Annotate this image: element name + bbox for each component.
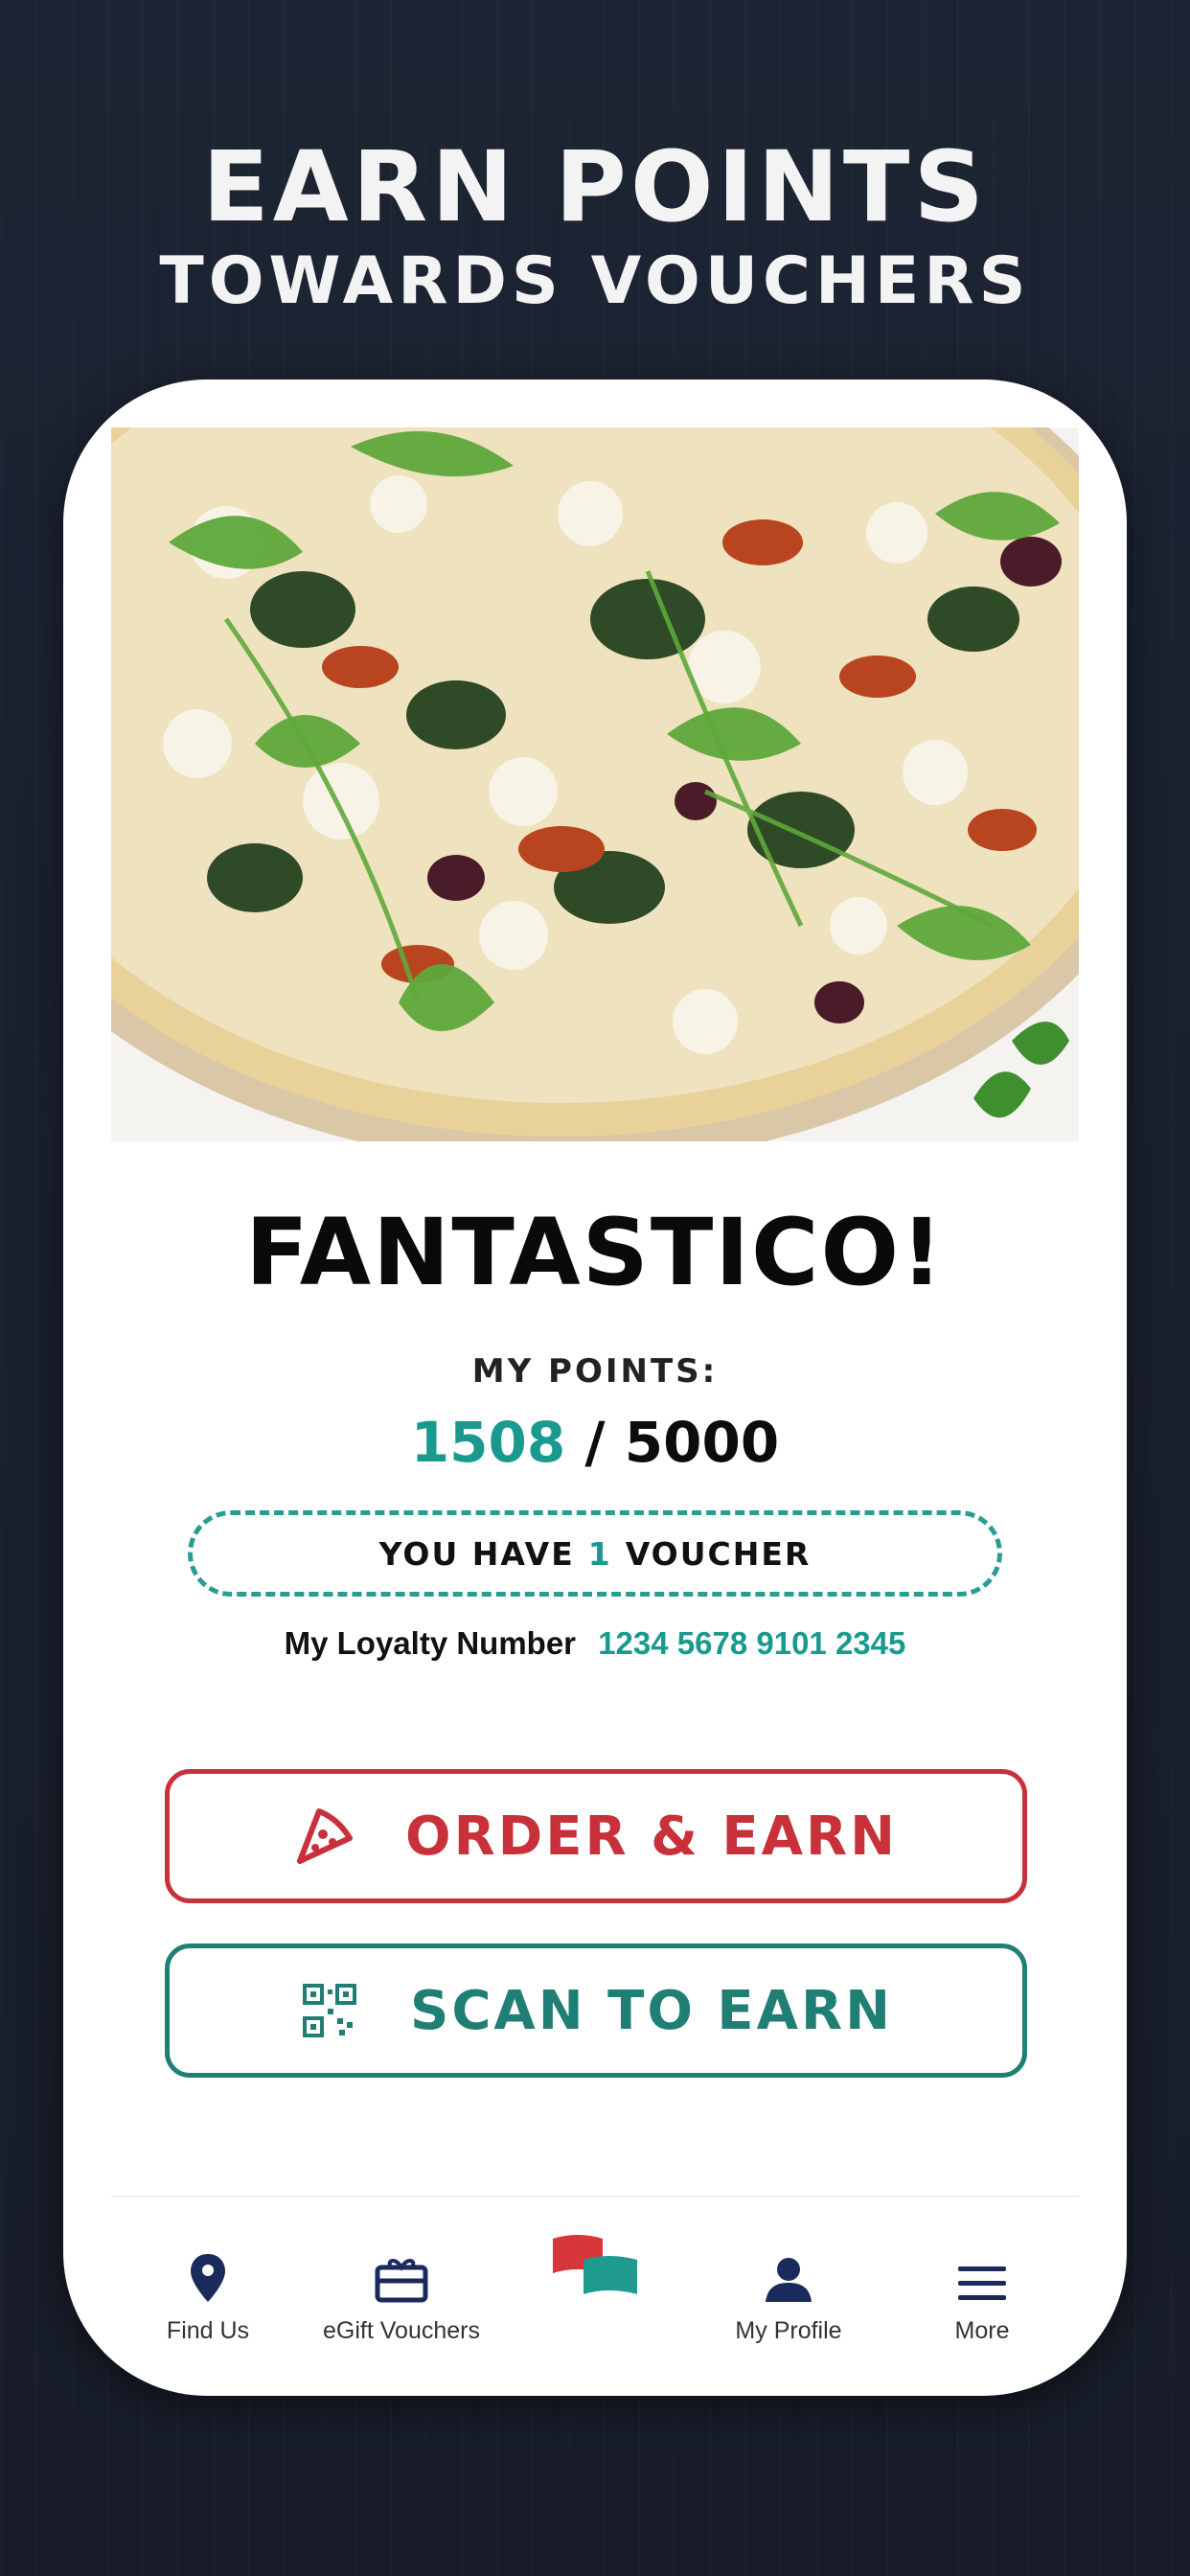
loyalty-label: My Loyalty Number (284, 1625, 577, 1661)
tab-label: More (954, 2317, 1010, 2344)
order-and-earn-label: ORDER & EARN (405, 1805, 898, 1868)
flags-logo-icon (549, 2235, 641, 2304)
headline-line-2: TOWARDS VOUCHERS (159, 243, 1031, 319)
location-pin-icon (189, 2237, 227, 2304)
points-total: 5000 (624, 1410, 780, 1475)
scan-to-earn-button[interactable]: SCAN TO EARN (165, 1944, 1027, 2078)
tab-label: Find Us (166, 2317, 250, 2344)
bottom-tab-bar: Find Us eGift Vouchers My Profile More (111, 2220, 1079, 2373)
loyalty-number-row: My Loyalty Number 1234 5678 9101 2345 (63, 1625, 1127, 1662)
page-title: FANTASTICO! (245, 1199, 945, 1306)
points-current: 1508 (410, 1410, 566, 1475)
order-and-earn-button[interactable]: ORDER & EARN (165, 1769, 1027, 1903)
gift-card-icon (375, 2237, 428, 2304)
voucher-badge[interactable]: YOU HAVE 1 VOUCHER (188, 1510, 1002, 1597)
tabbar-divider (111, 2196, 1079, 2197)
hero-pizza-image (111, 427, 1079, 1141)
headline-line-1: EARN POINTS (202, 130, 988, 244)
tab-find-us[interactable]: Find Us (111, 2220, 305, 2373)
voucher-suffix: VOUCHER (625, 1534, 812, 1573)
qr-code-icon (299, 1980, 360, 2041)
tab-label: eGift Vouchers (323, 2317, 480, 2344)
tab-home-logo[interactable] (498, 2220, 692, 2373)
loyalty-number: 1234 5678 9101 2345 (598, 1625, 906, 1661)
pizza-photo (111, 427, 1079, 1141)
person-icon (764, 2237, 813, 2304)
points-label: MY POINTS: (471, 1352, 719, 1391)
voucher-count: 1 (587, 1534, 612, 1573)
voucher-prefix: YOU HAVE (378, 1534, 575, 1573)
menu-icon (956, 2237, 1008, 2304)
pizza-slice-icon (294, 1806, 355, 1867)
tab-egift-vouchers[interactable]: eGift Vouchers (305, 2220, 498, 2373)
tab-label: My Profile (735, 2317, 842, 2344)
phone-screen: FANTASTICO! MY POINTS: 1508 / 5000 YOU H… (63, 380, 1127, 2396)
scan-to-earn-label: SCAN TO EARN (409, 1979, 893, 2042)
tab-my-profile[interactable]: My Profile (692, 2220, 885, 2373)
points-separator: / (584, 1410, 606, 1475)
tab-more[interactable]: More (885, 2220, 1079, 2373)
points-readout: 1508 / 5000 (63, 1410, 1127, 1475)
